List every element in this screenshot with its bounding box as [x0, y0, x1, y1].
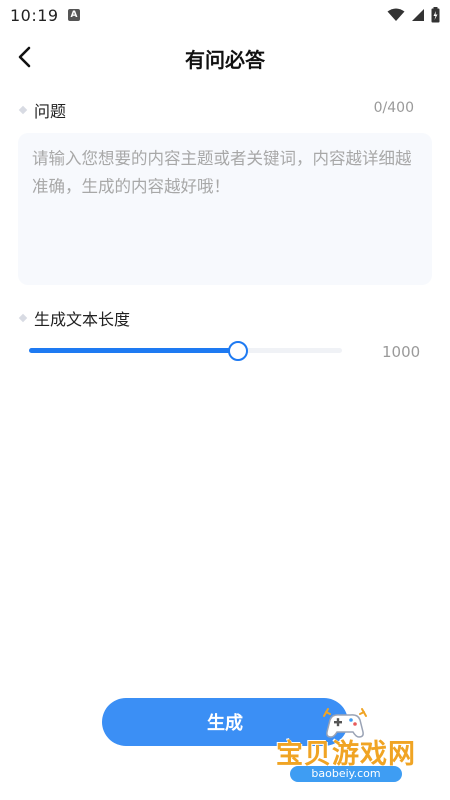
length-label-text: 生成文本长度 [34, 310, 131, 329]
app-header: 有问必答 [0, 32, 450, 82]
question-label-text: 问题 [34, 102, 67, 121]
length-value: 1000 [382, 343, 421, 361]
app-screen: 10:19 A 有问必答 问题 0/400 请输入您想要的内容主题或者关键词，内… [0, 0, 450, 800]
character-counter: 0/400 [373, 100, 414, 116]
status-time: 10:19 [10, 6, 59, 25]
cellular-signal-icon [412, 9, 424, 21]
wifi-icon [387, 8, 405, 21]
length-slider[interactable] [29, 340, 342, 362]
diamond-bullet-icon [18, 105, 28, 115]
status-bar: 10:19 A [0, 0, 450, 32]
question-input[interactable] [32, 145, 418, 273]
page-title: 有问必答 [185, 48, 265, 72]
status-icons [387, 6, 440, 24]
watermark-url: baobeiy.com [290, 766, 402, 782]
length-section-label: 生成文本长度 [18, 306, 131, 330]
watermark-logo: 宝贝游戏网 baobeiy.com [272, 706, 422, 786]
question-section-label: 问题 [18, 98, 67, 122]
battery-icon [431, 7, 440, 23]
diamond-bullet-icon [18, 313, 28, 323]
slider-fill [29, 348, 238, 353]
notification-badge-icon: A [68, 9, 80, 21]
slider-thumb[interactable] [228, 341, 248, 361]
question-input-container [18, 133, 432, 285]
